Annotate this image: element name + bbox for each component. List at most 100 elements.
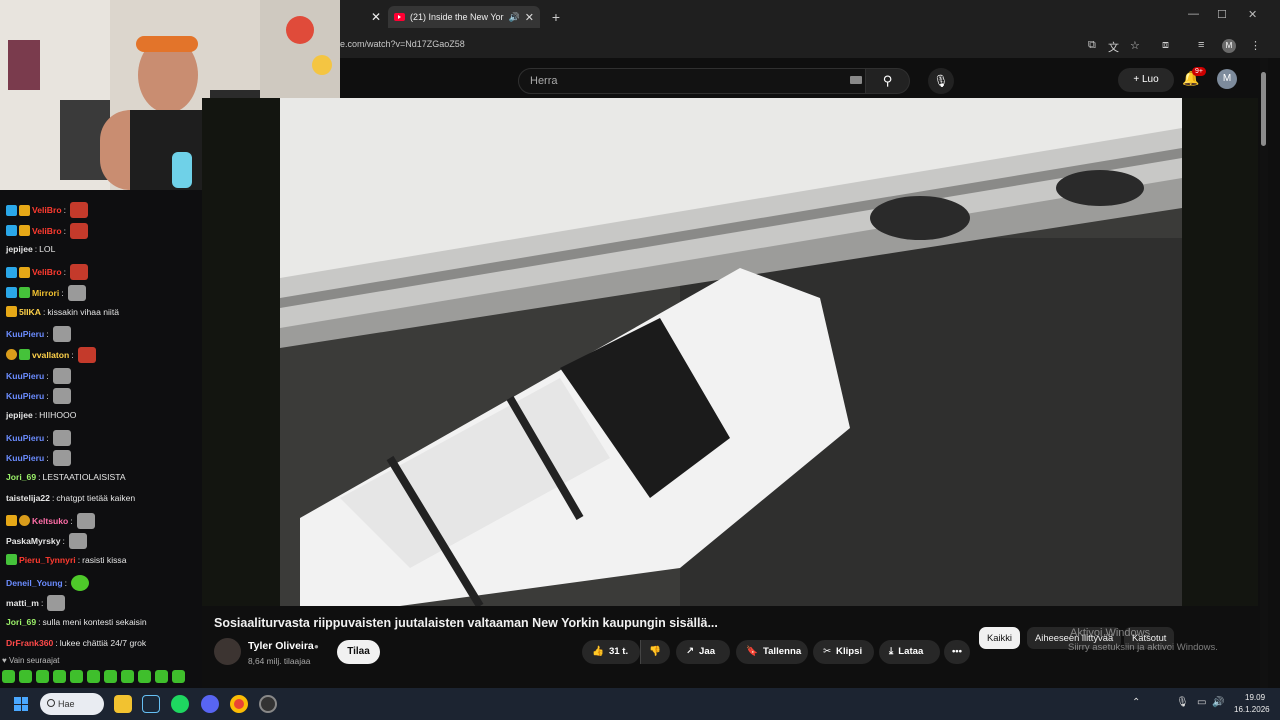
chrome-icon[interactable] bbox=[230, 695, 248, 713]
emote-icon[interactable] bbox=[138, 670, 151, 683]
emote-icon[interactable] bbox=[53, 670, 66, 683]
channel-name[interactable]: Tyler Oliveira bbox=[248, 640, 314, 652]
translate-icon[interactable]: 文 bbox=[1108, 39, 1119, 55]
download-button[interactable]: ⤓ Lataa bbox=[879, 640, 940, 664]
emote-icon[interactable] bbox=[70, 670, 83, 683]
chat-username[interactable]: KuuPieru bbox=[6, 452, 44, 464]
file-explorer-icon[interactable] bbox=[114, 695, 132, 713]
spotify-icon[interactable] bbox=[171, 695, 189, 713]
chat-badge-icon[interactable] bbox=[6, 287, 17, 299]
chat-username[interactable]: Deneil_Young bbox=[6, 577, 63, 589]
chat-badge-icon[interactable] bbox=[19, 515, 30, 526]
minimize-window-icon[interactable]: — bbox=[1188, 8, 1199, 20]
taskbar-clock-date[interactable]: 16.1.2026 bbox=[1234, 705, 1270, 714]
chat-username[interactable]: Jori_69 bbox=[6, 616, 36, 628]
volume-icon[interactable]: 🔊 bbox=[1212, 697, 1224, 708]
chat-username[interactable]: KuuPieru bbox=[6, 390, 44, 402]
chat-badge-icon[interactable] bbox=[19, 266, 30, 278]
voice-search-button[interactable]: 🎙 bbox=[928, 68, 954, 94]
search-input[interactable]: Herra bbox=[518, 68, 866, 94]
network-icon[interactable]: ▭ bbox=[1197, 697, 1206, 708]
taskbar-clock-time[interactable]: 19.09 bbox=[1245, 693, 1265, 702]
chat-colon: : bbox=[42, 306, 46, 317]
media-controls-icon[interactable]: ≡ bbox=[1198, 39, 1204, 51]
clip-button[interactable]: ✂ Klipsi bbox=[813, 640, 874, 664]
tray-overflow-icon[interactable]: ⌃ bbox=[1132, 697, 1140, 708]
tab-youtube-video[interactable]: (21) Inside the New York To 🔊 ✕ bbox=[388, 6, 540, 28]
subscribe-button[interactable]: Tilaa bbox=[337, 640, 380, 664]
dislike-button[interactable]: 👎 bbox=[640, 640, 670, 664]
chat-username[interactable]: VeliBro bbox=[32, 266, 62, 278]
chat-username[interactable]: VeliBro bbox=[32, 225, 62, 237]
steam-icon[interactable] bbox=[142, 695, 160, 713]
chat-emote-cat-icon bbox=[67, 284, 86, 301]
emote-icon[interactable] bbox=[19, 670, 32, 683]
channel-avatar[interactable] bbox=[214, 638, 241, 665]
like-button[interactable]: 👍 31 t. bbox=[582, 640, 640, 664]
tab-audio-icon[interactable]: 🔊 bbox=[509, 12, 520, 23]
page-scrollbar-thumb[interactable] bbox=[1261, 72, 1266, 146]
tab-close-icon[interactable]: ✕ bbox=[525, 11, 534, 24]
youtube-account-avatar[interactable]: M bbox=[1217, 69, 1237, 89]
url-field[interactable]: e.com/watch?v=Nd17ZGaoZ58 bbox=[340, 39, 465, 49]
save-button[interactable]: 🔖 Tallenna bbox=[736, 640, 808, 664]
install-app-icon[interactable]: ⧉ bbox=[1088, 39, 1096, 52]
chat-username[interactable]: Keltsuko bbox=[32, 515, 68, 527]
chat-badge-icon[interactable] bbox=[19, 225, 30, 237]
chat-badge-icon[interactable] bbox=[6, 515, 17, 526]
chat-badge-icon[interactable] bbox=[19, 349, 30, 361]
chat-username[interactable]: KuuPieru bbox=[6, 432, 44, 444]
taskbar-search[interactable]: Hae bbox=[40, 693, 104, 715]
bookmark-star-icon[interactable]: ☆ bbox=[1130, 39, 1140, 52]
chat-username[interactable]: Mirrori bbox=[32, 287, 59, 299]
chat-username[interactable]: Pieru_Tynnyri bbox=[19, 554, 76, 566]
chat-username[interactable]: Jori_69 bbox=[6, 471, 36, 483]
chat-username[interactable]: jepijee bbox=[6, 243, 33, 255]
chat-username[interactable]: 5IIKA bbox=[19, 306, 41, 318]
chat-badge-icon[interactable] bbox=[6, 204, 17, 216]
windows-start-icon[interactable] bbox=[14, 697, 28, 711]
chat-username[interactable]: taistelija22 bbox=[6, 492, 50, 504]
chat-badge-icon[interactable] bbox=[6, 349, 17, 361]
new-tab-button[interactable]: + bbox=[548, 6, 564, 28]
chat-username[interactable]: DrFrank360 bbox=[6, 637, 53, 649]
emote-icon[interactable] bbox=[155, 670, 168, 683]
emote-icon[interactable] bbox=[87, 670, 100, 683]
close-window-icon[interactable]: ✕ bbox=[1248, 8, 1257, 21]
video-player[interactable] bbox=[280, 98, 1182, 606]
obs-icon[interactable] bbox=[259, 695, 277, 713]
previous-tab-close-icon[interactable]: ✕ bbox=[368, 6, 384, 28]
emote-icon[interactable] bbox=[104, 670, 117, 683]
microphone-tray-icon[interactable]: 🎙 bbox=[1176, 697, 1189, 708]
chat-badge-icon[interactable] bbox=[6, 306, 17, 317]
chat-username[interactable]: vvallaton bbox=[32, 349, 69, 361]
emote-icon[interactable] bbox=[121, 670, 134, 683]
chat-username[interactable]: PaskaMyrsky bbox=[6, 535, 60, 547]
chat-username[interactable]: KuuPieru bbox=[6, 328, 44, 340]
chat-username[interactable]: KuuPieru bbox=[6, 370, 44, 382]
chat-username[interactable]: VeliBro bbox=[32, 204, 62, 216]
discord-icon[interactable] bbox=[201, 695, 219, 713]
chat-username[interactable]: matti_m bbox=[6, 597, 39, 609]
emote-icon[interactable] bbox=[2, 670, 15, 683]
search-button[interactable]: ⚲ bbox=[866, 68, 910, 94]
emote-icon[interactable] bbox=[36, 670, 49, 683]
chat-badge-icon[interactable] bbox=[6, 554, 17, 566]
chat-badge-icon[interactable] bbox=[6, 266, 17, 278]
chat-badge-icon[interactable] bbox=[19, 287, 30, 299]
browser-profile-avatar[interactable]: M bbox=[1222, 39, 1236, 53]
keyboard-icon[interactable] bbox=[850, 76, 862, 84]
chat-emote-bar[interactable] bbox=[2, 670, 185, 683]
emote-icon[interactable] bbox=[172, 670, 185, 683]
chat-username[interactable]: jepijee bbox=[6, 409, 33, 421]
create-button[interactable]: + Luo bbox=[1118, 68, 1174, 92]
maximize-window-icon[interactable]: ☐ bbox=[1217, 8, 1227, 21]
chat-badge-icon[interactable] bbox=[6, 225, 17, 237]
share-button[interactable]: ↗ Jaa bbox=[676, 640, 730, 664]
more-actions-button[interactable]: ••• bbox=[944, 640, 970, 664]
extensions-icon[interactable]: ⧈ bbox=[1162, 39, 1169, 52]
browser-menu-icon[interactable]: ⋮ bbox=[1250, 39, 1261, 52]
page-scrollbar[interactable] bbox=[1260, 58, 1268, 688]
chat-badge-icon[interactable] bbox=[19, 204, 30, 216]
chip-all[interactable]: Kaikki bbox=[979, 627, 1021, 649]
